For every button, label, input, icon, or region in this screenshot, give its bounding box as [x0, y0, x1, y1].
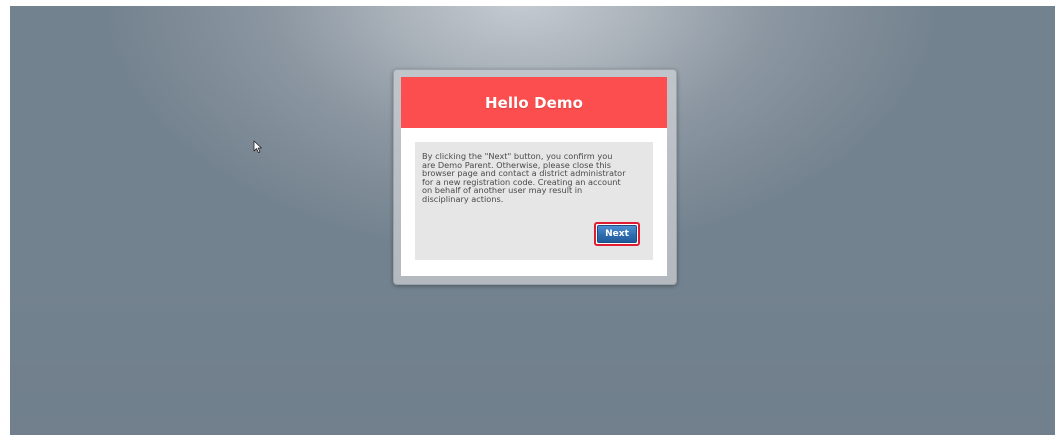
next-button[interactable]: Next — [594, 222, 640, 246]
dialog-message: By clicking the "Next" button, you confi… — [422, 151, 626, 204]
dialog-header: Hello Demo — [401, 77, 667, 128]
mouse-pointer-icon — [253, 140, 262, 153]
modal-frame: Hello Demo By clicking the "Next" button… — [393, 69, 677, 285]
next-button-label: Next — [597, 225, 637, 243]
dialog-body: By clicking the "Next" button, you confi… — [415, 142, 653, 260]
page-background: Hello Demo By clicking the "Next" button… — [10, 6, 1055, 435]
dialog-title: Hello Demo — [484, 93, 584, 112]
confirmation-dialog: Hello Demo By clicking the "Next" button… — [401, 77, 667, 276]
